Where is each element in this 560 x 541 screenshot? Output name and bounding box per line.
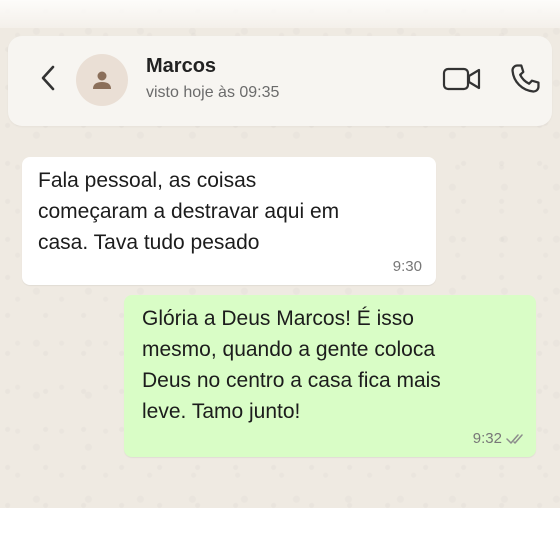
incoming-message[interactable]: Fala pessoal, as coisas começaram a dest… <box>22 157 436 285</box>
last-seen-status: visto hoje às 09:35 <box>146 84 280 101</box>
message-text: Fala pessoal, as coisas começaram a dest… <box>38 169 340 254</box>
message-time: 9:30 <box>392 258 422 275</box>
contact-name[interactable]: Marcos <box>146 55 216 78</box>
double-check-icon <box>506 434 523 444</box>
back-arrow-icon[interactable] <box>36 60 60 96</box>
chat-header: Marcos visto hoje às 09:35 <box>8 36 552 126</box>
message-time: 9:32 <box>472 430 502 447</box>
top-fade <box>0 0 560 28</box>
outgoing-message[interactable]: Glória a Deus Marcos! É isso mesmo, quan… <box>124 295 536 457</box>
avatar-person-icon <box>93 71 111 89</box>
avatar[interactable] <box>76 54 128 106</box>
message-text: Glória a Deus Marcos! É isso mesmo, quan… <box>142 307 441 423</box>
video-call-icon[interactable] <box>442 64 482 94</box>
phone-icon[interactable] <box>508 62 542 96</box>
chat-screen: Marcos visto hoje às 09:35 Fala pessoal,… <box>0 0 560 508</box>
